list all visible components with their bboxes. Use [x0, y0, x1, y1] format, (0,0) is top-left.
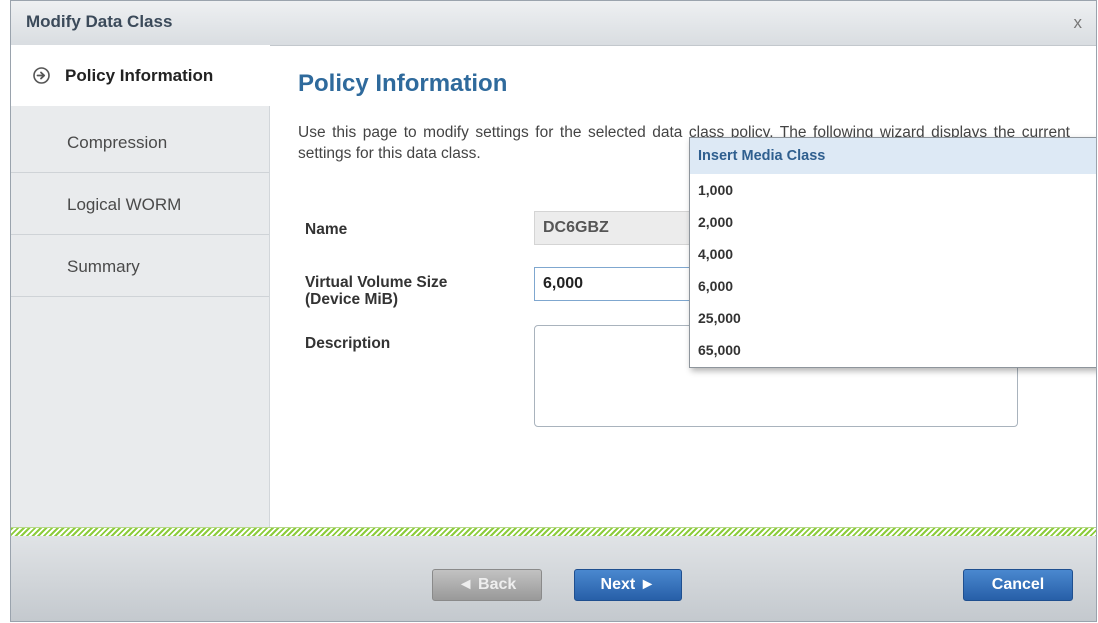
name-field: DC6GBZ — [534, 211, 694, 245]
step-compression[interactable]: Compression — [11, 112, 269, 173]
cancel-button[interactable]: Cancel — [963, 569, 1073, 601]
virtual-volume-size-combobox[interactable]: 6,000 — [534, 267, 694, 301]
step-policy-information[interactable]: Policy Information — [11, 45, 270, 106]
close-icon[interactable]: x — [1074, 13, 1083, 33]
dropdown-option[interactable]: 25,000 — [690, 302, 1096, 334]
step-summary[interactable]: Summary — [11, 236, 269, 297]
dropdown-header-insert-media-class[interactable]: Insert Media Class — [690, 138, 1096, 174]
step-label: Policy Information — [65, 66, 214, 85]
dialog-titlebar: Modify Data Class x — [11, 1, 1096, 46]
modify-data-class-dialog: Modify Data Class x Policy Information C… — [10, 0, 1097, 622]
dropdown-option[interactable]: 1,000 — [690, 174, 1096, 206]
name-label: Name — [305, 221, 348, 238]
next-button[interactable]: Next ► — [574, 569, 682, 601]
virtual-volume-size-label: Virtual Volume Size (Device MiB) — [305, 274, 447, 308]
size-label-line1: Virtual Volume Size — [305, 274, 448, 291]
volume-size-dropdown-list: Insert Media Class 1,000 2,000 4,000 6,0… — [689, 137, 1096, 368]
step-logical-worm[interactable]: Logical WORM — [11, 174, 269, 235]
step-label: Compression — [67, 133, 168, 152]
dialog-footer: ◄ Back Next ► Cancel — [11, 536, 1096, 621]
size-label-line2: (Device MiB) — [305, 291, 399, 308]
dropdown-option[interactable]: 4,000 — [690, 238, 1096, 270]
wizard-steps-sidebar: Policy Information Compression Logical W… — [11, 45, 270, 527]
page-title: Policy Information — [298, 70, 508, 97]
back-button[interactable]: ◄ Back — [432, 569, 542, 601]
step-label: Logical WORM — [67, 195, 182, 214]
description-label: Description — [305, 335, 391, 352]
dropdown-option[interactable]: 2,000 — [690, 206, 1096, 238]
dialog-title: Modify Data Class — [26, 12, 173, 31]
step-label: Summary — [67, 257, 140, 276]
dropdown-option[interactable]: 6,000 — [690, 270, 1096, 302]
arrow-right-circle-icon — [33, 67, 50, 84]
dropdown-option[interactable]: 65,000 — [690, 334, 1096, 366]
